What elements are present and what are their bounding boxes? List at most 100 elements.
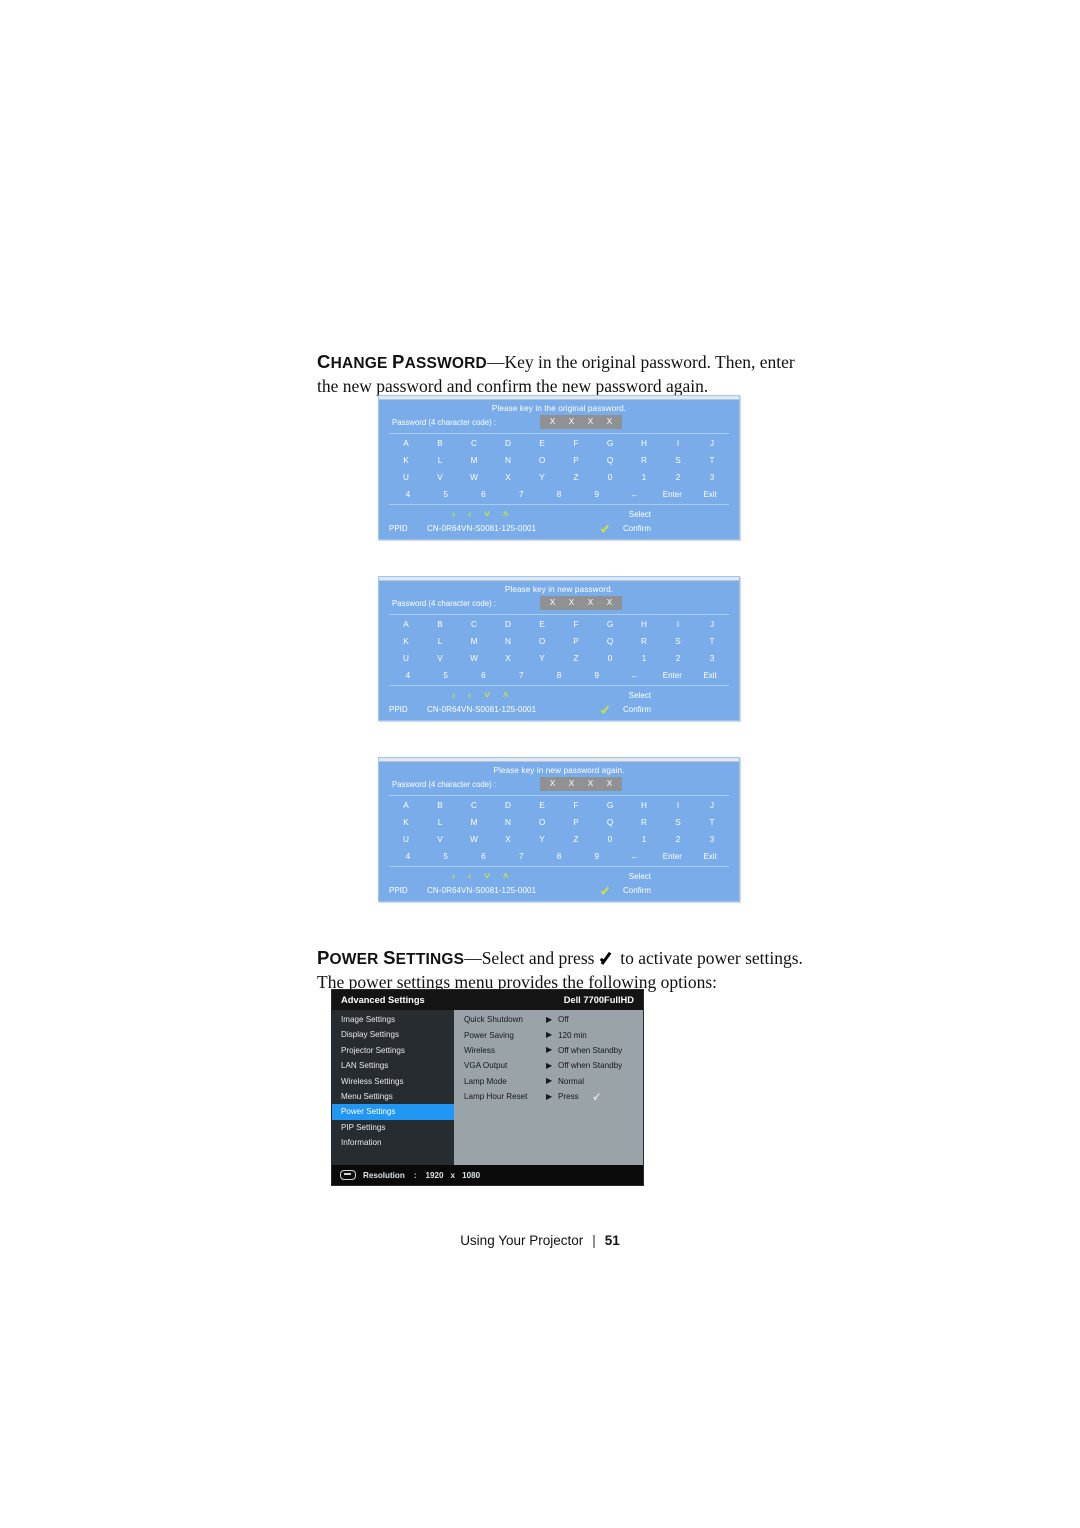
key-y[interactable]: Y	[525, 653, 559, 664]
key-s[interactable]: S	[661, 636, 695, 647]
key-l[interactable]: L	[423, 455, 457, 466]
key-d[interactable]: D	[491, 438, 525, 449]
key-c[interactable]: C	[457, 438, 491, 449]
key-8[interactable]: 8	[540, 670, 578, 681]
key-r[interactable]: R	[627, 455, 661, 466]
key-j[interactable]: J	[695, 619, 729, 630]
key-q[interactable]: Q	[593, 817, 627, 828]
key-0[interactable]: 0	[593, 472, 627, 483]
key-5[interactable]: 5	[427, 670, 465, 681]
key-u[interactable]: U	[389, 834, 423, 845]
sidebar-item-lan-settings[interactable]: LAN Settings	[332, 1058, 454, 1073]
key-3[interactable]: 3	[695, 653, 729, 664]
sidebar-item-power-settings[interactable]: Power Settings	[332, 1104, 454, 1120]
password-dialog-original[interactable]: Please key in the original password. Pas…	[378, 395, 740, 540]
key-e[interactable]: E	[525, 619, 559, 630]
key-3[interactable]: 3	[695, 834, 729, 845]
option-row-lamp-hour-reset[interactable]: Lamp Hour Reset ▶ Press	[454, 1089, 643, 1104]
key-exit[interactable]: Exit	[691, 670, 729, 681]
key-r[interactable]: R	[627, 817, 661, 828]
sidebar-item-menu-settings[interactable]: Menu Settings	[332, 1089, 454, 1104]
key-p[interactable]: P	[559, 817, 593, 828]
key-c[interactable]: C	[457, 619, 491, 630]
key-w[interactable]: W	[457, 653, 491, 664]
key-0[interactable]: 0	[593, 834, 627, 845]
key-l[interactable]: L	[423, 817, 457, 828]
key-9[interactable]: 9	[578, 670, 616, 681]
key-0[interactable]: 0	[593, 653, 627, 664]
key-n[interactable]: N	[491, 817, 525, 828]
onscreen-keyboard[interactable]: A B C D E F G H I J K L M N O P Q R S T …	[379, 796, 739, 866]
password-input[interactable]: X X X X	[540, 596, 623, 610]
key-b[interactable]: B	[423, 800, 457, 811]
key-u[interactable]: U	[389, 472, 423, 483]
key-m[interactable]: M	[457, 636, 491, 647]
key-x[interactable]: X	[491, 653, 525, 664]
key-t[interactable]: T	[695, 817, 729, 828]
key-t[interactable]: T	[695, 455, 729, 466]
key-5[interactable]: 5	[427, 851, 465, 862]
key-e[interactable]: E	[525, 438, 559, 449]
key-n[interactable]: N	[491, 636, 525, 647]
option-row-quick-shutdown[interactable]: Quick Shutdown ▶ Off	[454, 1012, 643, 1027]
password-input[interactable]: X X X X	[540, 415, 623, 429]
key-8[interactable]: 8	[540, 489, 578, 500]
key-r[interactable]: R	[627, 636, 661, 647]
key-n[interactable]: N	[491, 455, 525, 466]
key-i[interactable]: I	[661, 800, 695, 811]
key-m[interactable]: M	[457, 455, 491, 466]
key-exit[interactable]: Exit	[691, 489, 729, 500]
key-f[interactable]: F	[559, 800, 593, 811]
key-m[interactable]: M	[457, 817, 491, 828]
option-row-vga-output[interactable]: VGA Output ▶ Off when Standby	[454, 1058, 643, 1073]
backspace-icon[interactable]: ←	[616, 489, 654, 500]
key-enter[interactable]: Enter	[653, 851, 691, 862]
key-v[interactable]: V	[423, 472, 457, 483]
key-v[interactable]: V	[423, 653, 457, 664]
key-o[interactable]: O	[525, 455, 559, 466]
key-3[interactable]: 3	[695, 472, 729, 483]
key-1[interactable]: 1	[627, 653, 661, 664]
key-i[interactable]: I	[661, 438, 695, 449]
key-p[interactable]: P	[559, 636, 593, 647]
key-4[interactable]: 4	[389, 489, 427, 500]
key-8[interactable]: 8	[540, 851, 578, 862]
key-q[interactable]: Q	[593, 636, 627, 647]
key-t[interactable]: T	[695, 636, 729, 647]
key-f[interactable]: F	[559, 619, 593, 630]
password-dialog-confirm[interactable]: Please key in new password again. Passwo…	[378, 757, 740, 902]
key-d[interactable]: D	[491, 619, 525, 630]
key-2[interactable]: 2	[661, 653, 695, 664]
option-row-power-saving[interactable]: Power Saving ▶ 120 min	[454, 1027, 643, 1042]
key-enter[interactable]: Enter	[653, 489, 691, 500]
advanced-settings-osd[interactable]: Advanced Settings Dell 7700FullHD Image …	[331, 989, 644, 1186]
key-w[interactable]: W	[457, 834, 491, 845]
onscreen-keyboard[interactable]: A B C D E F G H I J K L M N O P Q R S T …	[379, 434, 739, 504]
key-exit[interactable]: Exit	[691, 851, 729, 862]
backspace-icon[interactable]: ←	[616, 851, 654, 862]
key-s[interactable]: S	[661, 455, 695, 466]
key-7[interactable]: 7	[502, 489, 540, 500]
key-k[interactable]: K	[389, 817, 423, 828]
sidebar-item-projector-settings[interactable]: Projector Settings	[332, 1043, 454, 1058]
key-2[interactable]: 2	[661, 472, 695, 483]
key-i[interactable]: I	[661, 619, 695, 630]
key-o[interactable]: O	[525, 817, 559, 828]
key-4[interactable]: 4	[389, 670, 427, 681]
key-1[interactable]: 1	[627, 834, 661, 845]
key-j[interactable]: J	[695, 800, 729, 811]
key-p[interactable]: P	[559, 455, 593, 466]
key-2[interactable]: 2	[661, 834, 695, 845]
key-c[interactable]: C	[457, 800, 491, 811]
option-row-lamp-mode[interactable]: Lamp Mode ▶ Normal	[454, 1074, 643, 1089]
key-o[interactable]: O	[525, 636, 559, 647]
key-g[interactable]: G	[593, 619, 627, 630]
key-g[interactable]: G	[593, 800, 627, 811]
key-h[interactable]: H	[627, 800, 661, 811]
key-1[interactable]: 1	[627, 472, 661, 483]
key-q[interactable]: Q	[593, 455, 627, 466]
key-u[interactable]: U	[389, 653, 423, 664]
password-input[interactable]: X X X X	[540, 777, 623, 791]
key-f[interactable]: F	[559, 438, 593, 449]
key-l[interactable]: L	[423, 636, 457, 647]
